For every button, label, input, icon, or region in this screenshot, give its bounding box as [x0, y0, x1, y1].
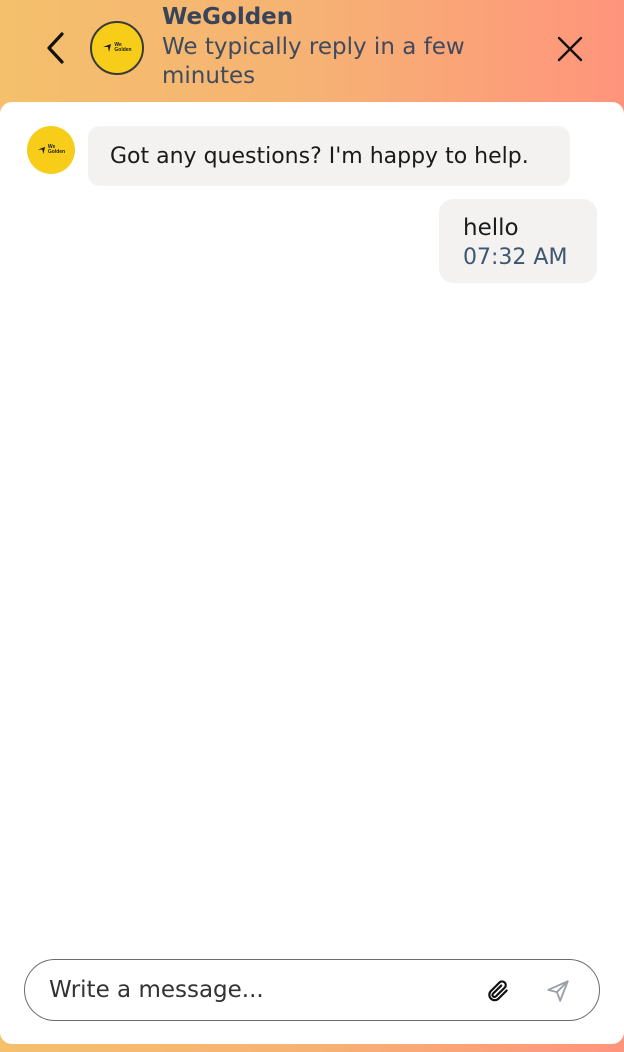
- message-composer: [24, 959, 600, 1021]
- chat-subtitle: We typically reply in a few minutes: [162, 34, 465, 89]
- chevron-left-icon: [47, 32, 64, 64]
- brand-logo: We Golden: [37, 145, 65, 155]
- agent-avatar: We Golden: [27, 126, 75, 174]
- paperclip-icon: [488, 980, 508, 1002]
- message-timestamp: 07:32 AM: [463, 245, 568, 270]
- send-button[interactable]: [543, 976, 573, 1006]
- brand-logo: We Golden: [102, 43, 132, 53]
- logo-line2: Golden: [114, 47, 132, 53]
- attach-button[interactable]: [483, 976, 513, 1006]
- logo-line2: Golden: [47, 149, 66, 155]
- back-button[interactable]: [36, 28, 76, 68]
- user-message-text: hello: [463, 215, 519, 241]
- chat-header: We Golden WeGolden We typically reply in…: [0, 0, 624, 104]
- send-icon: [547, 980, 569, 1002]
- chat-widget: We Golden WeGolden We typically reply in…: [0, 0, 624, 1052]
- message-area[interactable]: We Golden Got any questions? I'm happy t…: [0, 102, 624, 1044]
- brand-avatar: We Golden: [90, 21, 144, 75]
- agent-message: Got any questions? I'm happy to help.: [88, 126, 570, 186]
- close-icon: [557, 36, 583, 62]
- close-button[interactable]: [552, 31, 588, 67]
- message-input[interactable]: [49, 970, 469, 1010]
- user-message: hello 07:32 AM: [439, 199, 597, 283]
- chat-title: WeGolden: [162, 4, 294, 30]
